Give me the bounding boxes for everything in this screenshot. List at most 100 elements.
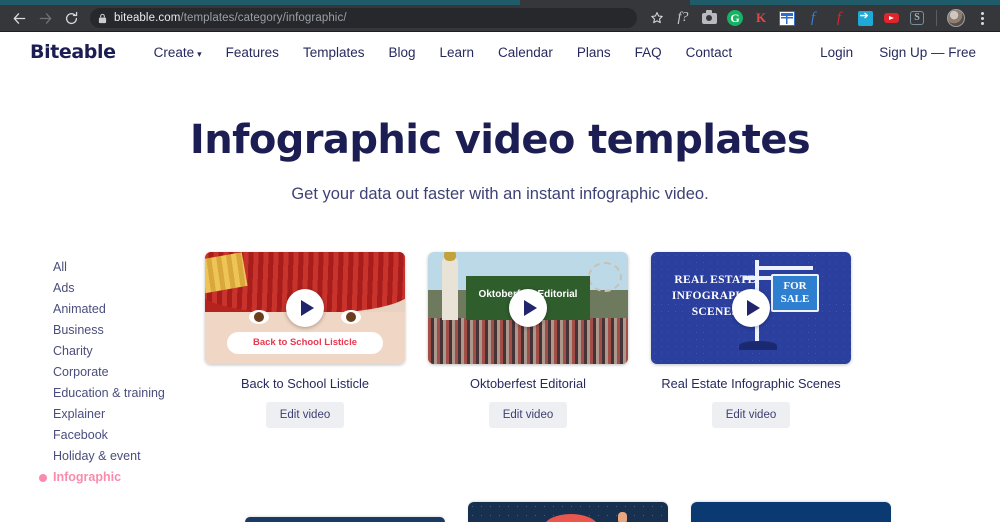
for-sale-line1: FOR [783, 280, 807, 292]
ferris-wheel-art [588, 262, 622, 292]
template-card-partial[interactable] [468, 502, 668, 522]
play-button-icon[interactable] [732, 289, 770, 327]
nav-link-blog[interactable]: Blog [388, 45, 415, 60]
browser-tab-inactive-2[interactable] [690, 0, 1000, 5]
template-grid: Back to School Listicle Back to School L… [200, 252, 1000, 488]
url-path: /templates/category/infographic/ [180, 12, 347, 24]
template-grid-row-2 [0, 500, 1000, 522]
sidebar-item-charity[interactable]: Charity [53, 341, 200, 362]
primary-nav-links: Create ▾ Features Templates Blog Learn Ca… [154, 45, 733, 60]
page-subtitle: Get your data out faster with an instant… [291, 185, 709, 203]
browser-toolbar: biteable.com/templates/category/infograp… [0, 5, 1000, 32]
s-extension-icon[interactable]: S [905, 6, 929, 30]
category-sidebar: All Ads Animated Business Charity Corpor… [0, 252, 200, 488]
camera-extension-icon[interactable] [697, 6, 721, 30]
avatar-icon[interactable] [944, 6, 968, 30]
page-title: Infographic video templates [189, 117, 811, 163]
browser-tab-strip[interactable] [0, 0, 1000, 5]
nav-link-learn[interactable]: Learn [440, 45, 475, 60]
sidebar-item-label: All [53, 260, 67, 274]
template-thumbnail[interactable]: Oktoberfest Editorial [428, 252, 628, 364]
nav-link-calendar[interactable]: Calendar [498, 45, 553, 60]
toolbar-divider [936, 10, 937, 26]
grid-extension-icon[interactable] [775, 6, 799, 30]
for-sale-line2: SALE [780, 293, 810, 305]
back-arrow-icon[interactable] [6, 5, 32, 31]
sidebar-item-label: Animated [53, 302, 106, 316]
reload-icon[interactable] [58, 5, 84, 31]
sidebar-item-label: Ads [53, 281, 75, 295]
facebook-red-extension-icon[interactable]: f [827, 6, 851, 30]
nav-link-templates[interactable]: Templates [303, 45, 365, 60]
account-nav: Login Sign Up — Free [820, 45, 976, 60]
kebab-menu-icon[interactable] [970, 6, 994, 30]
sidebar-item-all[interactable]: All [53, 257, 200, 278]
template-card-partial[interactable] [691, 502, 891, 522]
template-card-partial[interactable] [245, 517, 445, 522]
tower-art [442, 252, 458, 320]
sidebar-item-facebook[interactable]: Facebook [53, 425, 200, 446]
forward-arrow-icon[interactable] [32, 5, 58, 31]
sign-arm-art [755, 266, 813, 270]
template-card[interactable]: REAL ESTATE INFOGRAPHIC SCENES FOR SALE … [651, 252, 851, 488]
grammarly-extension-icon[interactable]: G [723, 6, 747, 30]
content-area: All Ads Animated Business Charity Corpor… [0, 204, 1000, 488]
sidebar-item-corporate[interactable]: Corporate [53, 362, 200, 383]
chevron-down-icon: ▾ [197, 48, 202, 59]
biteable-logo[interactable]: Biteable [30, 41, 116, 63]
sidebar-item-explainer[interactable]: Explainer [53, 404, 200, 425]
sidebar-item-holiday-event[interactable]: Holiday & event [53, 446, 200, 467]
eye-art [249, 310, 269, 324]
star-icon[interactable] [645, 6, 669, 30]
k-extension-icon[interactable]: K [749, 6, 773, 30]
active-dot-icon [39, 474, 47, 482]
sidebar-item-label: Corporate [53, 365, 109, 379]
for-sale-sign: FOR SALE [771, 274, 819, 312]
address-bar[interactable]: biteable.com/templates/category/infograp… [90, 8, 637, 28]
template-card[interactable]: Oktoberfest Editorial Oktoberfest Editor… [428, 252, 628, 488]
sidebar-item-label: Facebook [53, 428, 108, 442]
nav-link-create-label: Create [153, 44, 195, 60]
youtube-extension-icon[interactable] [879, 6, 903, 30]
nav-link-contact[interactable]: Contact [686, 45, 733, 60]
template-title: Oktoberfest Editorial [470, 376, 586, 391]
sidebar-item-label: Holiday & event [53, 449, 141, 463]
nav-link-create[interactable]: Create ▾ [154, 45, 202, 60]
template-title: Real Estate Infographic Scenes [661, 376, 841, 391]
sidebar-item-label: Explainer [53, 407, 106, 421]
browser-extension-bar: f? G K f f S [645, 6, 994, 30]
play-button-icon[interactable] [509, 289, 547, 327]
template-title: Back to School Listicle [240, 376, 370, 391]
f2-extension-icon[interactable]: f? [671, 6, 695, 30]
site-navigation-bar: Biteable Create ▾ Features Templates Blog… [0, 32, 1000, 72]
sidebar-item-business[interactable]: Business [53, 320, 200, 341]
template-card[interactable]: Back to School Listicle Back to School L… [205, 252, 405, 488]
nav-link-faq[interactable]: FAQ [635, 45, 662, 60]
edit-video-button[interactable]: Edit video [265, 402, 345, 428]
sign-base-art [739, 341, 777, 350]
browser-tab-inactive-1[interactable] [520, 0, 690, 5]
sidebar-item-ads[interactable]: Ads [53, 278, 200, 299]
sidebar-item-infographic[interactable]: Infographic [39, 467, 200, 488]
nav-link-features[interactable]: Features [226, 45, 279, 60]
login-link[interactable]: Login [820, 45, 853, 60]
template-thumbnail[interactable]: REAL ESTATE INFOGRAPHIC SCENES FOR SALE [651, 252, 851, 364]
signup-button[interactable]: Sign Up — Free [879, 45, 976, 60]
template-thumbnail[interactable]: Back to School Listicle [205, 252, 405, 364]
facebook-blue-extension-icon[interactable]: f [801, 6, 825, 30]
sidebar-item-label: Education & training [53, 386, 165, 400]
play-button-icon[interactable] [286, 289, 324, 327]
sidebar-item-animated[interactable]: Animated [53, 299, 200, 320]
sidebar-item-education-training[interactable]: Education & training [53, 383, 200, 404]
edit-video-button[interactable]: Edit video [711, 402, 791, 428]
sidebar-item-label: Business [53, 323, 104, 337]
lock-icon [98, 13, 107, 24]
url-text: biteable.com/templates/category/infograp… [114, 12, 347, 24]
nav-link-plans[interactable]: Plans [577, 45, 611, 60]
page-content: Biteable Create ▾ Features Templates Blog… [0, 32, 1000, 522]
telegram-extension-icon[interactable] [853, 6, 877, 30]
hero-section: Infographic video templates Get your dat… [0, 72, 1000, 204]
edit-video-button[interactable]: Edit video [488, 402, 568, 428]
thumbnail-overlay-text: Back to School Listicle [227, 332, 383, 354]
url-host: biteable.com [114, 12, 181, 24]
